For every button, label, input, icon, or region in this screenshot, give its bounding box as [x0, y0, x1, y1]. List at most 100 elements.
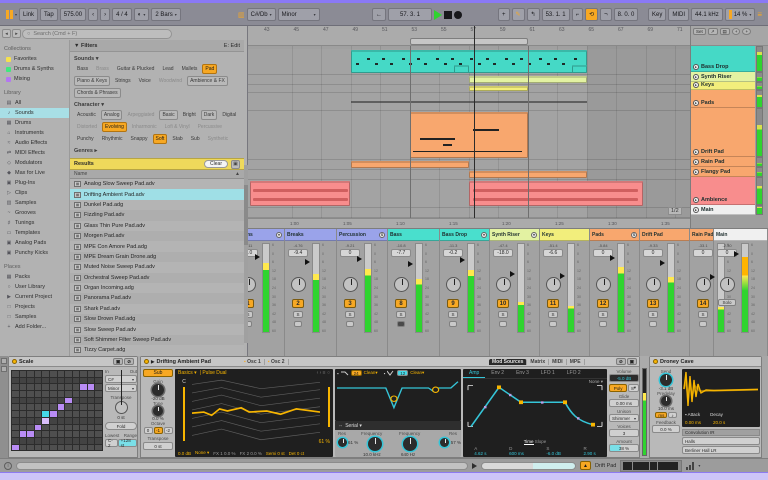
scale-grid-cell[interactable]: [34, 411, 42, 417]
track-activator-button[interactable]: 3: [344, 299, 356, 308]
pan-knob[interactable]: [394, 277, 409, 292]
scale-grid-cell[interactable]: [95, 424, 102, 431]
sustain-value[interactable]: -6.0 dB: [546, 451, 561, 456]
scale-grid-cell[interactable]: [34, 391, 42, 397]
scale-grid-cell[interactable]: [42, 431, 49, 437]
scale-grid-cell[interactable]: [65, 417, 72, 424]
mixer-strip-header[interactable]: Breaks: [285, 229, 336, 241]
scale-grid-cell[interactable]: [72, 437, 80, 444]
set-button[interactable]: Set: [693, 28, 706, 35]
scale-grid-cell[interactable]: [12, 431, 19, 437]
scale-grid-cell[interactable]: [12, 424, 19, 431]
scale-grid-cell[interactable]: [80, 431, 87, 437]
scale-grid-cell[interactable]: [80, 404, 87, 411]
result-item[interactable]: ▦ Tizzy Carpet.adg: [70, 345, 244, 356]
mixer-strip-header[interactable]: Pads S: [590, 229, 639, 241]
scale-grid-cell[interactable]: [27, 411, 34, 417]
track-arm-icon[interactable]: ▸: [693, 100, 699, 106]
scale-grid-cell[interactable]: [12, 404, 19, 411]
osc-category-menu[interactable]: Basics ▾: [178, 370, 197, 376]
scale-grid-cell[interactable]: [57, 397, 65, 404]
track-activator-button[interactable]: 10: [497, 299, 509, 308]
sidebar-item-favorites[interactable]: Favorites: [0, 54, 69, 64]
scale-grid-cell[interactable]: [80, 417, 87, 424]
clip-bass-drop[interactable]: [350, 50, 587, 73]
browser-forward-button[interactable]: ▸: [12, 29, 21, 38]
scale-grid-cell[interactable]: [34, 444, 42, 451]
scale-grid-cell[interactable]: [19, 397, 27, 404]
scale-grid-cell[interactable]: [42, 411, 49, 417]
clip-bass-drop[interactable]: [453, 65, 469, 73]
fold-icon[interactable]: ▾: [531, 231, 537, 238]
scale-grid-cell[interactable]: [19, 377, 27, 384]
clear-filters-button[interactable]: Clear: [204, 160, 228, 168]
scale-grid-cell[interactable]: [87, 437, 95, 444]
peak-level-display[interactable]: -9.21: [337, 243, 363, 248]
nudge-up-button[interactable]: ›: [100, 8, 111, 21]
mod-subtab-lfo-2[interactable]: LFO 2: [561, 369, 587, 378]
ir-bank-menu[interactable]: Halls: [682, 437, 760, 445]
character-chip-snappy[interactable]: Snappy: [128, 134, 151, 144]
send-knob[interactable]: [660, 374, 672, 386]
scale-grid-cell[interactable]: [57, 431, 65, 437]
arm-button[interactable]: [397, 321, 405, 327]
scale-grid-cell[interactable]: [72, 417, 80, 424]
link-caret-icon[interactable]: ▾: [15, 12, 17, 17]
track-activator-button[interactable]: 13: [647, 299, 659, 308]
volume-field[interactable]: 0: [643, 249, 663, 257]
tab-osc1[interactable]: ▪ Osc 1: [241, 359, 265, 365]
arm-button[interactable]: [346, 321, 354, 327]
clip-drift-pad[interactable]: [409, 112, 528, 158]
pan-knob[interactable]: [720, 277, 735, 292]
peak-level-display[interactable]: -4.76: [285, 243, 311, 248]
scale-grid-cell[interactable]: [80, 411, 87, 417]
nudge-down-button[interactable]: ‹: [88, 8, 99, 21]
tab-osc2[interactable]: ▪ Osc 2: [265, 359, 289, 365]
sub-button[interactable]: Sub: [143, 369, 173, 377]
scale-grid-cell[interactable]: [57, 384, 65, 391]
scale-grid-cell[interactable]: [19, 444, 27, 451]
character-chip-analog[interactable]: Analog: [100, 110, 123, 120]
scale-grid-cell[interactable]: [42, 384, 49, 391]
mod-subtab-env-3[interactable]: Env 3: [510, 369, 535, 378]
edit-filters-button[interactable]: E: Edit: [224, 43, 240, 49]
sound-chip-bass[interactable]: Bass: [74, 64, 91, 74]
scale-grid-cell[interactable]: [57, 437, 65, 444]
track-activator-button[interactable]: 8: [395, 299, 407, 308]
scale-grid-cell[interactable]: [57, 424, 65, 431]
track-arm-icon[interactable]: ▸: [693, 74, 699, 80]
track-activator-button[interactable]: 11: [547, 299, 559, 308]
arm-button[interactable]: [294, 321, 302, 327]
filter-icon[interactable]: ▼: [74, 43, 81, 49]
scale-grid-cell[interactable]: [65, 404, 72, 411]
volume-field[interactable]: 0: [693, 249, 713, 257]
ir-file-menu[interactable]: Berliner Hall LR: [682, 446, 760, 454]
solo-button[interactable]: S: [498, 311, 508, 318]
menu-icon[interactable]: ≡: [757, 10, 762, 19]
sidebar-item-add-folder-[interactable]: + Add Folder...: [0, 322, 69, 332]
scale-grid-cell[interactable]: [72, 391, 80, 397]
quantize-menu[interactable]: 2 Bars ▾: [151, 8, 181, 21]
scale-grid-cell[interactable]: [57, 404, 65, 411]
predelay-knob[interactable]: [661, 396, 671, 406]
arm-button[interactable]: [549, 321, 557, 327]
loop-brace[interactable]: [409, 38, 528, 45]
result-item[interactable]: ▦ Soft Shimmer Filter Sweep Pad.adv: [70, 334, 244, 346]
osc-wave-menu[interactable]: | Pulse Dual: [200, 370, 227, 376]
scale-grid-cell[interactable]: [87, 391, 95, 397]
scale-grid-cell[interactable]: [19, 391, 27, 397]
character-chip-bright[interactable]: Bright: [180, 110, 199, 120]
sound-chip-ambience-fx[interactable]: Ambience & FX: [187, 76, 228, 86]
browser-back-button[interactable]: ◂: [2, 29, 11, 38]
draw-mode-button[interactable]: ✎: [511, 8, 525, 21]
track-arm-icon[interactable]: ▸: [693, 169, 699, 175]
predelay-value[interactable]: 10.0 ms: [652, 406, 680, 411]
scale-grid-cell[interactable]: [65, 397, 72, 404]
new-button[interactable]: +: [498, 8, 510, 21]
scale-grid-cell[interactable]: [12, 384, 19, 391]
sidebar-item-analog-pads[interactable]: ▣ Analog Pads: [0, 238, 69, 248]
track-header-main[interactable]: ▸ Main: [691, 205, 755, 215]
peak-level-display[interactable]: -5.84: [590, 243, 616, 248]
punch-out-button[interactable]: ¬: [600, 8, 612, 21]
link-tracks-icon[interactable]: ↗: [707, 28, 718, 35]
